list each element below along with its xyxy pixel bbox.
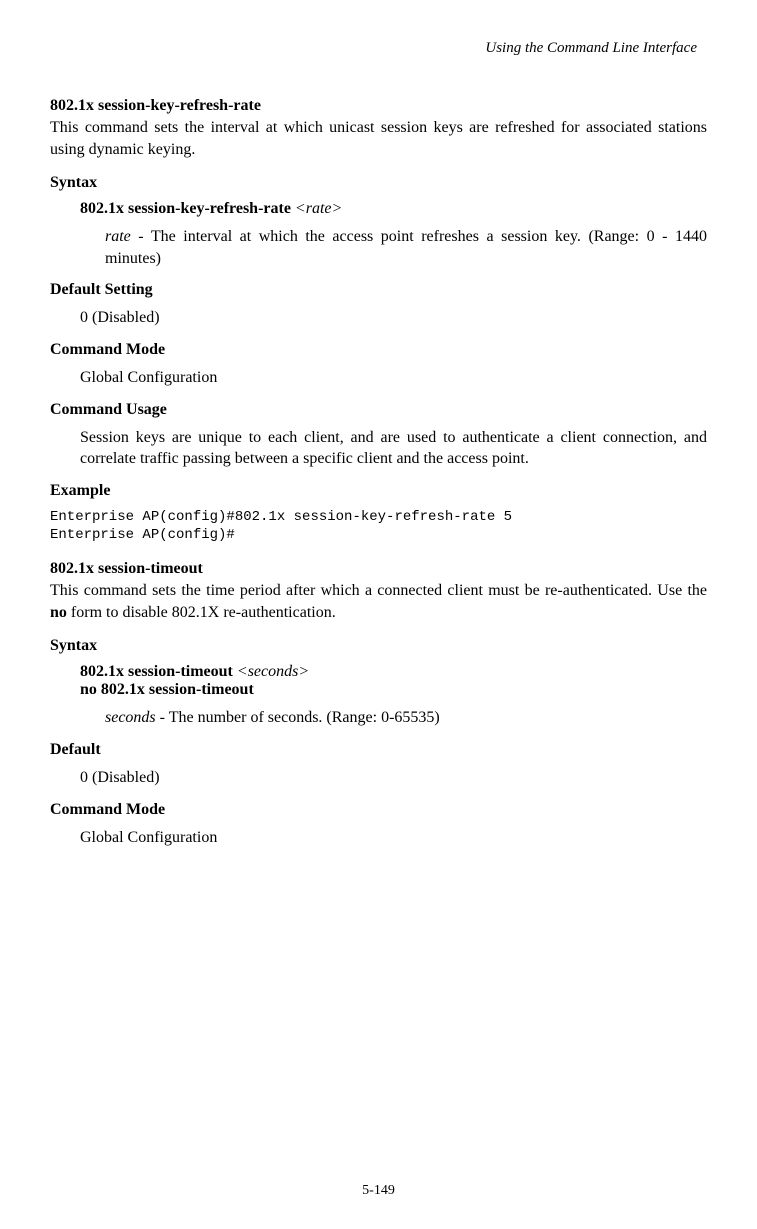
syntax-command-1: 802.1x session-key-refresh-rate: [80, 200, 291, 217]
default-label-2: Default: [50, 741, 707, 759]
syntax-param-2: <seconds>: [237, 663, 309, 680]
desc-part1-2: This command sets the time period after …: [50, 582, 707, 599]
default-value-2: 0 (Disabled): [80, 767, 707, 789]
syntax-line-2a: 802.1x session-timeout <seconds>: [80, 663, 707, 681]
page-number: 5-149: [0, 1183, 757, 1199]
example-code-1: Enterprise AP(config)#802.1x session-key…: [50, 508, 707, 544]
command-mode-label-2: Command Mode: [50, 801, 707, 819]
param-desc-text-1: - The interval at which the access point…: [105, 228, 707, 267]
param-name-2: seconds: [105, 709, 156, 726]
command-mode-label-1: Command Mode: [50, 341, 707, 359]
syntax-no-2: no 802.1x session-timeout: [80, 681, 254, 698]
command-description-1: This command sets the interval at which …: [50, 117, 707, 160]
param-description-2: seconds - The number of seconds. (Range:…: [105, 707, 707, 729]
syntax-line-1: 802.1x session-key-refresh-rate <rate>: [80, 200, 707, 218]
command-title-2: 802.1x session-timeout: [50, 560, 707, 578]
param-description-1: rate - The interval at which the access …: [105, 226, 707, 269]
command-title-1: 802.1x session-key-refresh-rate: [50, 97, 707, 115]
default-label-1: Default Setting: [50, 281, 707, 299]
desc-bold-2: no: [50, 604, 67, 621]
syntax-param-1: <rate>: [295, 200, 342, 217]
syntax-label-1: Syntax: [50, 174, 707, 192]
usage-label-1: Command Usage: [50, 401, 707, 419]
param-desc-text-2: - The number of seconds. (Range: 0-65535…: [156, 709, 440, 726]
command-description-2: This command sets the time period after …: [50, 580, 707, 623]
command-mode-value-1: Global Configuration: [80, 367, 707, 389]
command-mode-value-2: Global Configuration: [80, 827, 707, 849]
page-header-title: Using the Command Line Interface: [50, 40, 707, 57]
default-value-1: 0 (Disabled): [80, 307, 707, 329]
usage-text-1: Session keys are unique to each client, …: [80, 427, 707, 470]
example-label-1: Example: [50, 482, 707, 500]
syntax-command-2: 802.1x session-timeout: [80, 663, 233, 680]
desc-part2-2: form to disable 802.1X re-authentication…: [67, 604, 336, 621]
syntax-label-2: Syntax: [50, 637, 707, 655]
syntax-line-2b: no 802.1x session-timeout: [80, 681, 707, 699]
param-name-1: rate: [105, 228, 131, 245]
